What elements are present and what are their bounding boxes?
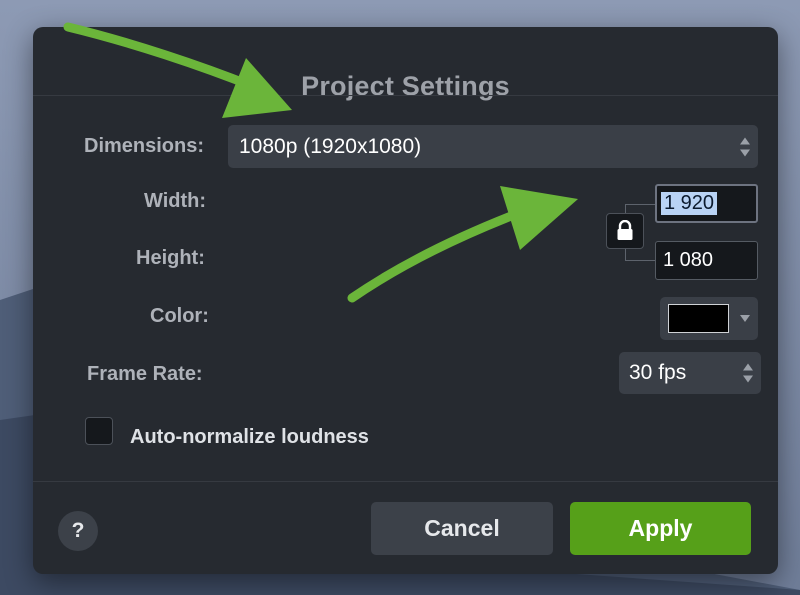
stepper-up-icon xyxy=(740,137,750,144)
width-value: 1 920 xyxy=(661,192,718,215)
height-field[interactable]: 1 080 xyxy=(655,241,758,280)
help-button[interactable]: ? xyxy=(58,511,98,551)
project-settings-dialog: Project Settings Dimensions: 1080p (1920… xyxy=(33,27,778,574)
color-picker[interactable] xyxy=(660,297,758,340)
frame-rate-stepper[interactable] xyxy=(743,363,753,383)
color-swatch xyxy=(668,304,729,333)
frame-rate-value: 30 fps xyxy=(629,361,687,384)
lock-connector-bottom-h xyxy=(625,260,655,261)
lock-icon xyxy=(617,220,633,240)
frame-rate-select[interactable]: 30 fps xyxy=(619,352,761,394)
dialog-title: Project Settings xyxy=(301,71,510,101)
width-field[interactable]: 1 920 xyxy=(655,184,758,223)
lock-connector-top-h xyxy=(625,204,655,205)
dimensions-stepper[interactable] xyxy=(740,137,750,156)
footer-divider xyxy=(33,481,778,482)
title-divider xyxy=(33,95,778,96)
frame-rate-label: Frame Rate: xyxy=(87,363,203,385)
stepper-down-icon xyxy=(740,149,750,156)
dimensions-value: 1080p (1920x1080) xyxy=(239,134,422,158)
height-label: Height: xyxy=(136,247,205,269)
apply-button[interactable]: Apply xyxy=(570,502,751,555)
auto-normalize-label: Auto-normalize loudness xyxy=(130,426,369,448)
height-value: 1 080 xyxy=(663,249,714,271)
dimensions-select[interactable]: 1080p (1920x1080) xyxy=(228,125,758,168)
color-label: Color: xyxy=(150,305,209,327)
auto-normalize-checkbox[interactable] xyxy=(85,417,113,445)
stepper-up-icon xyxy=(743,363,753,371)
aspect-lock-button[interactable] xyxy=(606,213,644,249)
dropdown-caret-icon xyxy=(740,315,750,322)
width-label: Width: xyxy=(144,190,207,212)
dimensions-label: Dimensions: xyxy=(84,135,205,157)
stepper-down-icon xyxy=(743,375,753,383)
cancel-button[interactable]: Cancel xyxy=(371,502,553,555)
